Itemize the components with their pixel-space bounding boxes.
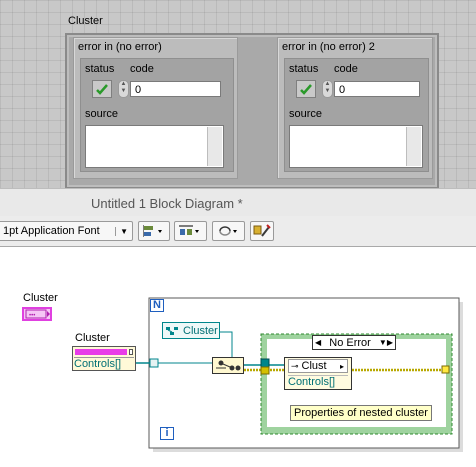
status-label: status [289,63,319,75]
inner-property-node-property[interactable]: Controls[] [288,375,348,389]
cluster-ref-constant[interactable]: Cluster [162,322,220,339]
source-label: source [85,108,119,120]
loop-iteration-terminal[interactable]: i [160,427,174,440]
chevron-down-icon: ▼ [115,226,128,236]
cluster-terminal-label: Cluster [23,292,58,304]
error-in-title: error in (no error) [78,41,162,53]
code-increment-decrement[interactable]: ▲ ▼ [118,80,129,98]
cluster-terminal[interactable]: ••• [22,307,52,321]
cleanup-diagram-icon [253,224,271,237]
window-title: Untitled 1 Block Diagram * [91,196,243,211]
case-prev-icon[interactable]: ◀ [315,338,321,347]
source-scrollbar[interactable] [207,127,222,166]
code-field[interactable]: 0 [334,81,420,97]
check-icon [300,84,312,95]
inner-property-node-header: ⊸ Clust ▸ [288,359,348,373]
comment-label[interactable]: Properties of nested cluster [290,405,432,421]
check-icon [96,84,108,95]
cleanup-diagram-button[interactable] [250,221,274,241]
block-diagram-title-bar: Untitled 1 Block Diagram * [0,188,476,217]
cluster-ref-constant-label: Cluster [183,324,218,337]
loop-count-terminal[interactable]: N [150,299,164,312]
cluster-terminal-icon: ••• [25,309,50,319]
loop-input-tunnel[interactable] [149,358,159,368]
align-objects-icon [143,225,162,237]
status-indicator[interactable] [92,80,112,98]
cluster-ref-icon [166,326,178,335]
distribute-objects-icon [179,225,199,235]
chevron-right-icon: ▸ [339,361,344,371]
block-diagram-toolbar: 1pt Application Font ▼ [0,216,476,247]
property-node[interactable]: Controls[] [72,346,136,371]
source-field[interactable] [85,125,224,168]
source-scrollbar[interactable] [406,127,421,166]
case-next-icon[interactable]: ▼▶ [379,338,393,347]
reorder-icon [219,226,237,236]
error-in-2-title: error in (no error) 2 [282,41,375,53]
error-in-inner: status code ▲ ▼ 0 source [80,58,234,172]
case-output-tunnel[interactable] [441,365,450,374]
reorder-button[interactable] [212,221,245,241]
inner-property-node[interactable]: ⊸ Clust ▸ Controls[] [284,357,352,390]
case-selector[interactable]: ◀ No Error ▼▶ [312,335,396,350]
property-node-property[interactable]: Controls[] [74,357,134,370]
property-node-label: Cluster [75,332,110,344]
distribute-objects-button[interactable] [174,221,207,241]
align-objects-button[interactable] [138,221,170,241]
status-label: status [85,63,115,75]
error-in-2-inner: status code ▲ ▼ 0 source [284,58,429,172]
code-label: code [130,63,154,75]
case-selector-label: No Error [329,336,371,349]
code-increment-decrement[interactable]: ▲ ▼ [322,80,333,98]
case-selector-terminal[interactable] [260,366,270,375]
cluster-label: Cluster [68,15,103,27]
inner-property-node-class: Clust [301,360,327,372]
source-label: source [289,108,323,120]
to-more-specific-icon [216,360,241,371]
ref-arrow-icon: ⊸ [291,360,299,371]
code-field[interactable]: 0 [130,81,221,97]
cluster-control[interactable]: error in (no error) status code ▲ ▼ 0 sou… [65,33,439,189]
code-label: code [334,63,358,75]
font-selector-label: 1pt Application Font [3,225,100,237]
to-more-specific-class-node[interactable] [212,357,244,374]
front-panel: Cluster error in (no error) status code … [0,0,476,189]
block-diagram-canvas: Cluster ••• Cluster Controls[] N i Clust… [0,247,476,467]
property-node-ref-bar [75,349,127,355]
source-field[interactable] [289,125,423,168]
svg-text:•••: ••• [29,313,35,319]
font-selector[interactable]: 1pt Application Font ▼ [0,221,133,241]
status-indicator[interactable] [296,80,316,98]
property-node-ref-terminal [129,349,133,355]
error-in-cluster[interactable]: error in (no error) status code ▲ ▼ 0 sou… [73,37,238,179]
case-ref-tunnel[interactable] [260,358,270,368]
error-in-2-cluster[interactable]: error in (no error) 2 status code ▲ ▼ 0 s… [277,37,433,179]
